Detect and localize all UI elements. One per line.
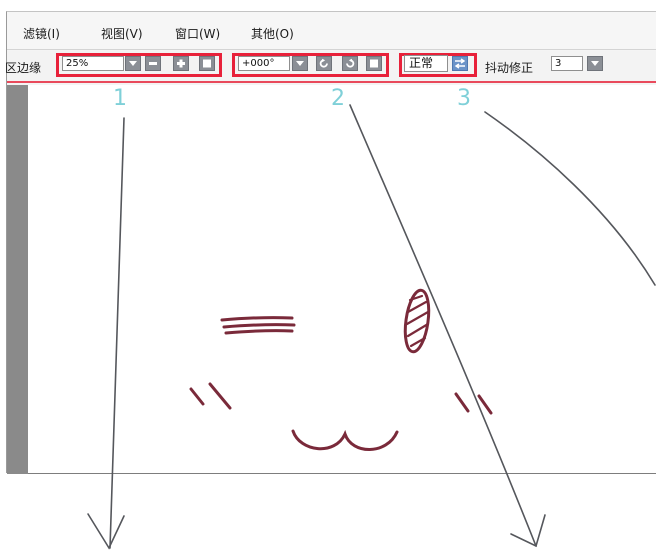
zoom-reset-button[interactable]	[199, 56, 215, 71]
plus-icon	[177, 59, 185, 68]
annotation-number-2: 2	[331, 86, 345, 111]
arrow-1-head	[87, 513, 125, 550]
zoom-in-button[interactable]	[173, 56, 189, 71]
stabilizer-label: 抖动修正	[485, 61, 534, 75]
minus-icon	[149, 62, 157, 65]
edge-label: 区边缘	[5, 61, 42, 75]
toolbar: 区边缘 25% +000° 正常 抖动修正 3	[5, 51, 656, 83]
canvas-left-rail	[7, 85, 28, 474]
rotate-left-button[interactable]	[316, 56, 332, 71]
chevron-down-icon	[296, 61, 304, 66]
stabilizer-dropdown-button[interactable]	[587, 56, 603, 71]
app-window: 滤镜(I) 视图(V) 窗口(W) 其他(O) 区边缘 25% +000° 正常…	[5, 11, 656, 474]
drawing-canvas[interactable]	[7, 85, 656, 474]
annotation-number-3: 3	[457, 86, 471, 111]
arrow-2-head	[510, 514, 546, 548]
menu-window[interactable]: 窗口(W)	[175, 25, 220, 42]
menu-view[interactable]: 视图(V)	[101, 25, 143, 42]
chevron-down-icon	[129, 61, 137, 66]
rotation-input[interactable]: +000°	[238, 56, 290, 71]
zoom-out-button[interactable]	[145, 56, 161, 71]
menu-bar: 滤镜(I) 视图(V) 窗口(W) 其他(O)	[7, 12, 656, 50]
square-icon	[203, 59, 211, 68]
rotate-right-button[interactable]	[342, 56, 358, 71]
annotation-number-1: 1	[113, 86, 127, 111]
mode-display[interactable]: 正常	[404, 55, 448, 72]
rotation-dropdown-button[interactable]	[292, 56, 308, 71]
stabilizer-input[interactable]: 3	[551, 56, 583, 71]
menu-other[interactable]: 其他(O)	[251, 25, 294, 42]
chevron-down-icon	[591, 61, 599, 66]
zoom-dropdown-button[interactable]	[125, 56, 141, 71]
zoom-input[interactable]: 25%	[62, 56, 124, 71]
rotate-right-icon	[346, 58, 355, 68]
square-icon	[370, 59, 378, 68]
flip-button[interactable]	[452, 56, 468, 71]
menu-filter[interactable]: 滤镜(I)	[23, 25, 60, 42]
flip-icon	[454, 58, 466, 69]
rotate-left-icon	[319, 58, 328, 68]
rotation-reset-button[interactable]	[366, 56, 382, 71]
